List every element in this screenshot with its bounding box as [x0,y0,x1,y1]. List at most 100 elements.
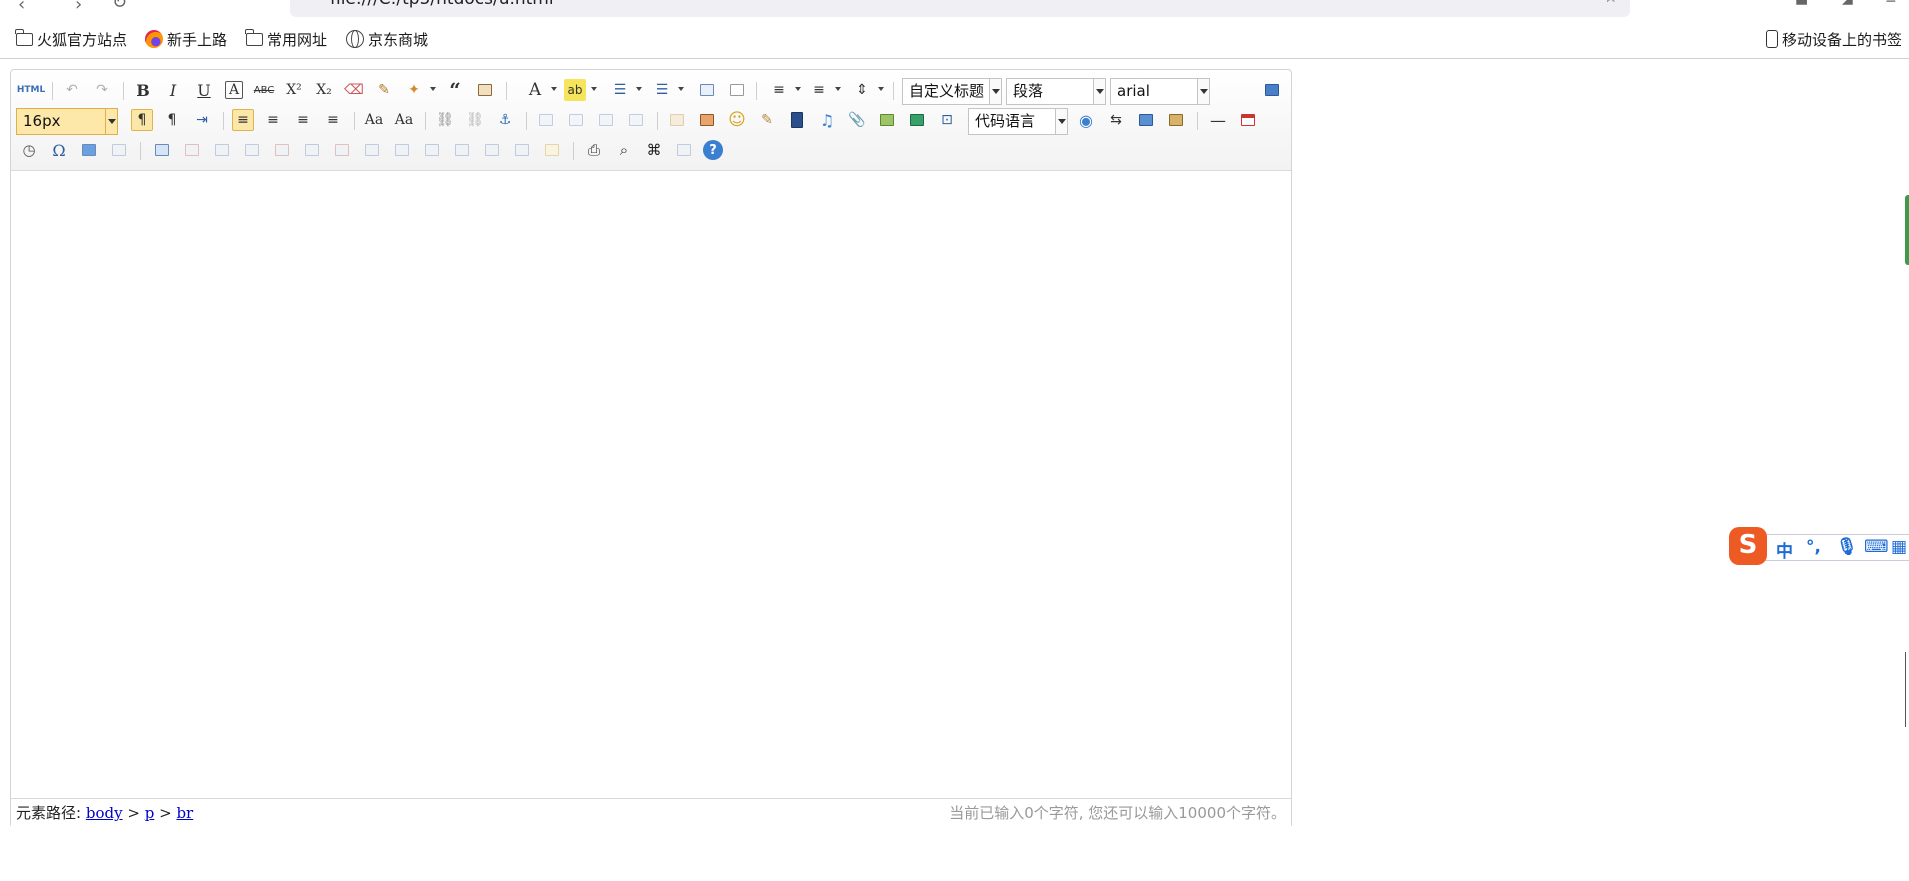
clock-icon[interactable]: ◷ [18,139,40,161]
image-left-button[interactable] [565,109,587,131]
link-button[interactable]: ⛓ [434,109,456,131]
microphone-icon[interactable]: 🎙 [1836,537,1858,557]
reload-icon[interactable]: ↻ [112,0,127,13]
image-right-button[interactable] [595,109,617,131]
lowercase-button[interactable]: Aa [393,109,415,131]
back-icon[interactable]: ‹ [18,0,25,15]
align-left-button[interactable]: ≡ [232,109,254,131]
horizontal-rule-button[interactable]: — [1207,109,1229,131]
rtl-direction-button[interactable]: ¶ [161,109,183,131]
select-all-button[interactable] [696,79,718,101]
ltr-direction-button[interactable]: ¶ [131,109,153,131]
chevron-down-icon[interactable] [430,87,436,94]
template-button[interactable] [1135,109,1157,131]
font-size-select[interactable]: 16px [16,108,118,135]
path-p-link[interactable]: p [145,804,155,822]
font-family-select[interactable]: arial [1110,78,1210,105]
row-spacing-top-button[interactable]: ≡ [768,79,790,101]
split-to-cols-button[interactable] [511,139,533,161]
fullscreen-button[interactable] [1261,79,1283,101]
format-brush-button[interactable]: ✎ [373,79,395,101]
bold-button[interactable]: B [132,79,154,101]
blockquote-button[interactable]: “ [444,78,466,102]
background-button[interactable] [1165,109,1187,131]
bookmark-item-getting-started[interactable]: 新手上路 [145,29,227,49]
editor-content-area[interactable] [11,172,1291,799]
mobile-bookmarks[interactable]: 移动设备上的书签 [1766,29,1902,49]
page-break-button[interactable]: ⇆ [1105,109,1127,131]
scrawl-button[interactable]: ✎ [756,109,778,131]
extensions-icon[interactable]: ■ [1795,0,1808,7]
map-button[interactable] [876,109,898,131]
wordimage-button[interactable] [78,139,100,161]
paste-plain-button[interactable] [474,79,496,101]
italic-button[interactable]: I [162,79,184,101]
insert-image-button[interactable] [696,109,718,131]
font-border-button[interactable]: A [225,81,243,99]
ordered-list-button[interactable]: ☰ [609,79,631,101]
bookmark-item-firefox-site[interactable]: 火狐官方站点 [15,28,127,49]
chevron-down-icon[interactable] [1197,79,1209,104]
forward-icon[interactable]: › [75,0,82,15]
url-text[interactable]: file:///C:/tp5/htdocs/u.html [330,0,554,9]
uppercase-button[interactable]: Aa [363,109,385,131]
eraser-button[interactable]: ⌫ [343,79,365,101]
charts-button[interactable] [541,139,563,161]
align-justify-button[interactable]: ≡ [322,109,344,131]
strikethrough-button[interactable]: ABC [253,79,275,101]
ime-punctuation[interactable]: °, [1806,537,1821,557]
chevron-down-icon[interactable] [636,87,642,94]
row-spacing-bottom-button[interactable]: ≡ [808,79,830,101]
side-widget-bottom[interactable] [1905,652,1909,727]
path-body-link[interactable]: body [86,804,123,822]
music-icon[interactable]: ♫ [816,109,838,131]
preview-icon[interactable]: ⌕ [613,139,635,161]
attachment-icon[interactable]: 📎 [846,109,868,131]
underline-button[interactable]: U [193,79,215,101]
insert-frame-button[interactable]: ⊡ [936,109,958,131]
delete-table-button[interactable] [181,139,203,161]
background-color-button[interactable]: ab [564,79,586,101]
simple-upload-button[interactable] [666,109,688,131]
help-icon[interactable]: ? [703,140,723,160]
bookmark-item-jd[interactable]: 京东商城 [346,29,428,49]
chevron-down-icon[interactable] [1055,109,1067,134]
web-page-icon[interactable]: ◉ [1075,109,1097,131]
chevron-down-icon[interactable] [678,87,684,94]
chevron-down-icon[interactable] [591,87,597,94]
draft-button[interactable] [673,139,695,161]
undo-button[interactable]: ↶ [61,79,83,101]
search-replace-icon[interactable]: ⌘ [643,139,665,161]
chevron-down-icon[interactable] [989,79,1001,104]
path-br-link[interactable]: br [176,804,193,822]
insert-col-button[interactable] [301,139,323,161]
delete-col-button[interactable] [331,139,353,161]
ime-menu-icon[interactable]: ▦ [1891,537,1907,557]
font-color-button[interactable]: A [524,79,546,101]
unordered-list-button[interactable]: ☰ [651,79,673,101]
delete-row-button[interactable] [271,139,293,161]
indent-button[interactable]: ⇥ [191,109,213,131]
align-right-button[interactable]: ≡ [292,109,314,131]
bookmark-item-common-sites[interactable]: 常用网址 [245,28,327,49]
merge-right-button[interactable] [391,139,413,161]
code-language-select[interactable]: 代码语言 [968,108,1068,135]
merge-cells-button[interactable] [361,139,383,161]
image-center-button[interactable] [625,109,647,131]
split-to-rows-button[interactable] [481,139,503,161]
clear-doc-button[interactable] [726,79,748,101]
image-none-button[interactable] [535,109,557,131]
unlink-button[interactable]: ⛓ [464,109,486,131]
url-bar[interactable]: file:///C:/tp5/htdocs/u.html ☆ [290,0,1630,17]
date-button[interactable] [1237,109,1259,131]
chevron-down-icon[interactable] [1093,79,1105,104]
split-to-cells-button[interactable] [451,139,473,161]
insert-paragraph-before-table-button[interactable] [211,139,233,161]
keyboard-icon[interactable]: ⌨ [1864,537,1889,557]
chevron-down-icon[interactable] [795,87,801,94]
auto-format-button[interactable]: ✦ [403,79,425,101]
superscript-button[interactable]: X² [283,79,305,101]
print-icon[interactable]: ⎙ [583,139,605,161]
chevron-down-icon[interactable] [551,87,557,94]
align-center-button[interactable]: ≡ [262,109,284,131]
